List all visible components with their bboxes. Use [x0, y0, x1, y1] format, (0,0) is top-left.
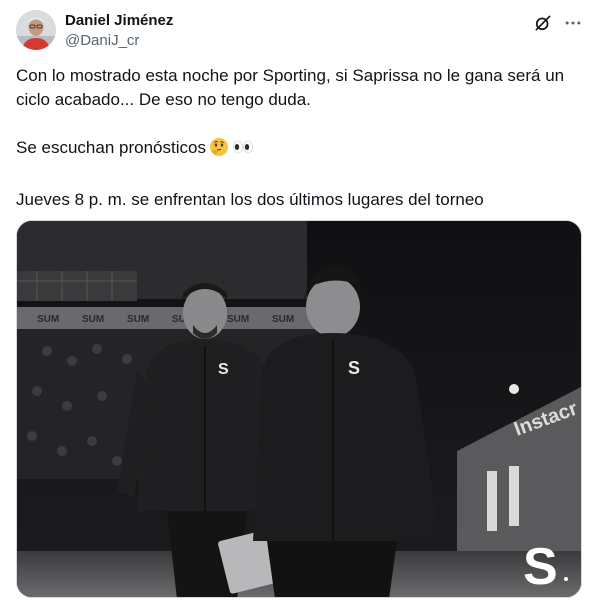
photo-coaches-walking: SUM SUM SUM SUM SUM SUM Instacr S S S: [17, 221, 581, 597]
svg-text:SUM: SUM: [82, 314, 104, 325]
thinking-face-icon: [209, 137, 229, 164]
svg-text:SUM: SUM: [272, 314, 294, 325]
avatar-image: [16, 10, 56, 50]
svg-text:S: S: [218, 361, 229, 378]
tweet-photo[interactable]: SUM SUM SUM SUM SUM SUM Instacr S S S: [16, 220, 582, 598]
svg-text:SUM: SUM: [127, 314, 149, 325]
svg-text:S: S: [348, 358, 360, 378]
tweet-line-1: Con lo mostrado esta noche por Sporting,…: [16, 66, 565, 109]
author-display-name[interactable]: Daniel Jiménez: [65, 11, 173, 31]
tweet-card: Daniel Jiménez @DaniJ_cr Con lo mostrado…: [0, 0, 598, 606]
tweet-line-2-text: Se escuchan pronósticos: [16, 138, 206, 157]
author-info: Daniel Jiménez @DaniJ_cr: [65, 11, 173, 51]
tweet-line-3: Jueves 8 p. m. se enfrentan los dos últi…: [16, 190, 484, 209]
svg-text:S: S: [523, 538, 558, 596]
eyes-icon: [232, 137, 254, 164]
author-handle[interactable]: @DaniJ_cr: [65, 31, 173, 51]
tweet-line-2: Se escuchan pronósticos: [16, 136, 582, 164]
more-horizontal-icon[interactable]: [560, 10, 586, 36]
tweet-text: Con lo mostrado esta noche por Sporting,…: [16, 64, 582, 212]
avatar[interactable]: [16, 10, 56, 50]
svg-text:SUM: SUM: [227, 314, 249, 325]
tweet-header: Daniel Jiménez @DaniJ_cr: [16, 8, 586, 54]
tweet-top-actions: [530, 10, 586, 36]
svg-text:SUM: SUM: [37, 314, 59, 325]
grok-slash-icon[interactable]: [530, 10, 556, 36]
